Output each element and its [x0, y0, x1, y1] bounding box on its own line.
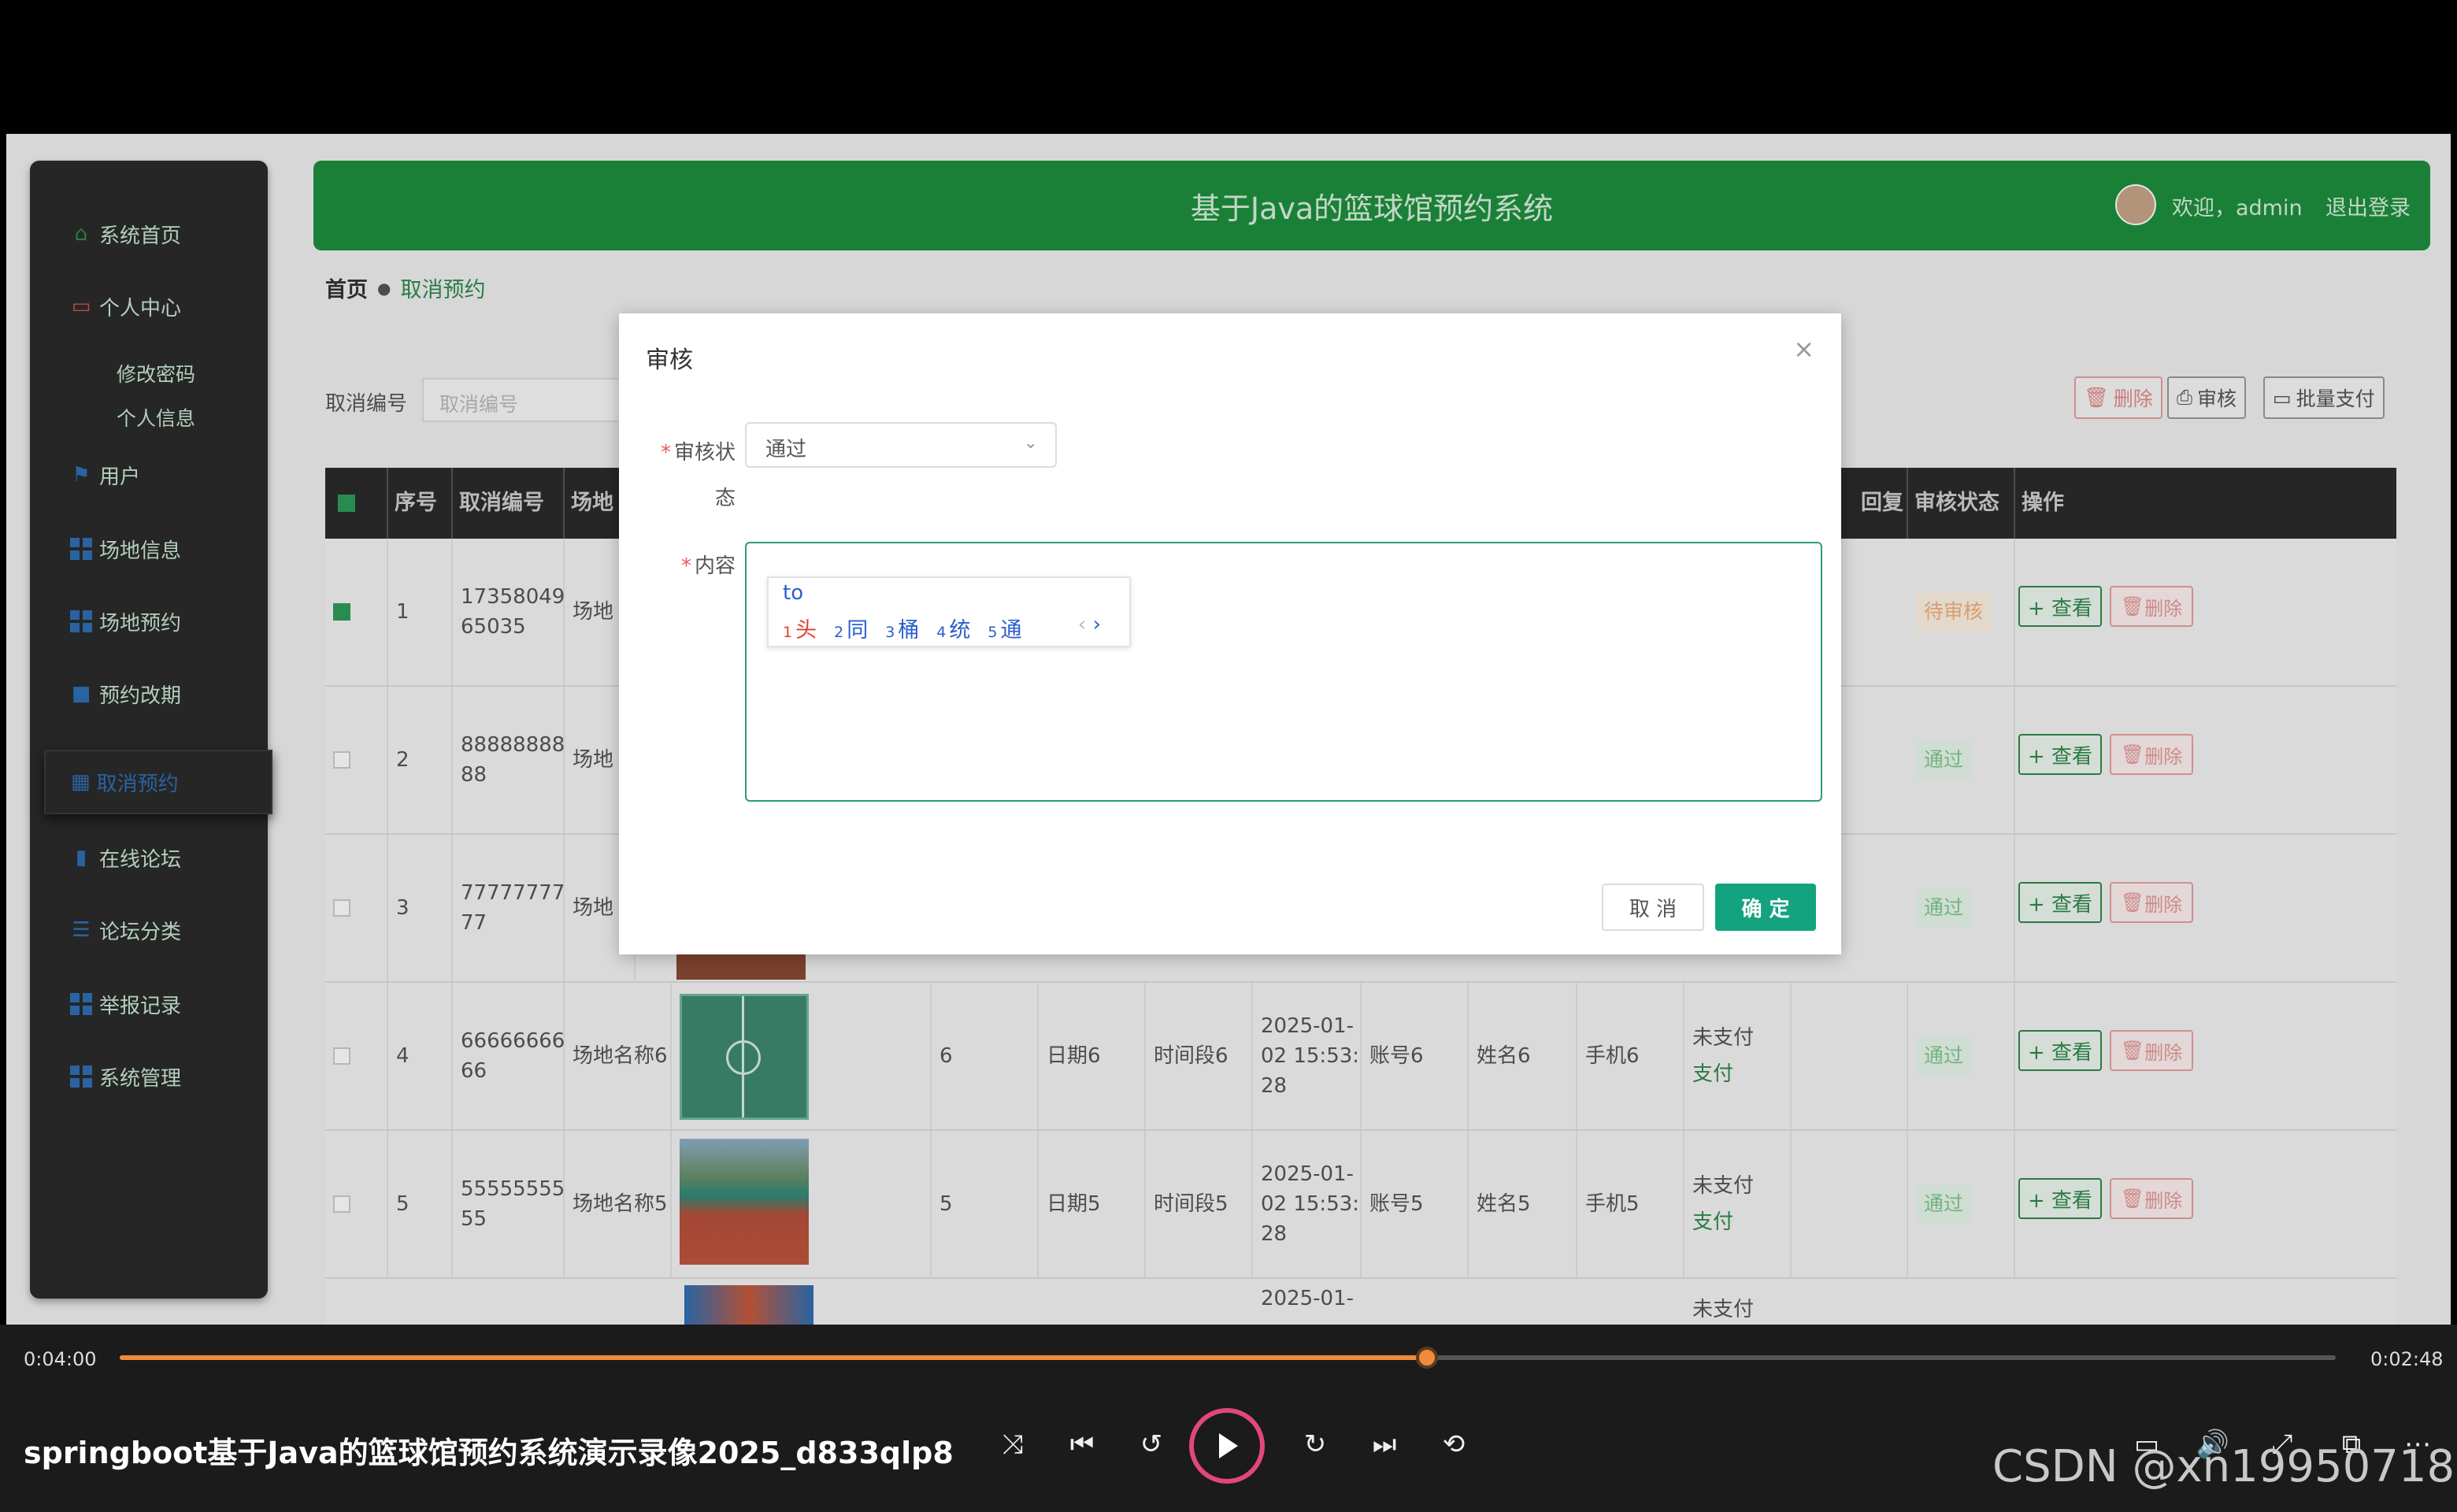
ime-candidate-popup[interactable]: to 1头 2同 3桶 4统 5通 ‹ › — [767, 576, 1131, 647]
play-button[interactable] — [1189, 1408, 1265, 1484]
previous-icon[interactable]: ⏮ — [1058, 1421, 1106, 1468]
rewind-10-icon[interactable]: ↺ — [1128, 1421, 1175, 1468]
screen: ⌂ 系统首页 ▭ 个人中心 修改密码 个人信息 ⚑ 用户 场地信息 场地预约 ■… — [0, 0, 2457, 1512]
current-time: 0:04:00 — [24, 1348, 97, 1370]
content-textarea[interactable]: to 1头 2同 3桶 4统 5通 ‹ › — [745, 542, 1822, 802]
required-mark: * — [660, 441, 671, 465]
content-label: * 内容 — [680, 554, 736, 578]
forward-30-icon[interactable]: ↻ — [1292, 1421, 1339, 1468]
total-time: 0:02:48 — [2370, 1348, 2444, 1370]
ime-candidate[interactable]: 5通 — [988, 613, 1021, 643]
play-icon — [1219, 1433, 1238, 1458]
chevron-down-icon: ⌄ — [1023, 433, 1038, 453]
shuffle-icon[interactable]: ⤨ — [989, 1421, 1036, 1468]
ime-candidate[interactable]: 3桶 — [885, 613, 919, 643]
cancel-button[interactable]: 取 消 — [1602, 884, 1704, 931]
ime-candidate[interactable]: 4统 — [936, 613, 970, 643]
next-icon[interactable]: ⏭ — [1361, 1421, 1408, 1468]
ime-composition: to — [783, 581, 804, 605]
audit-status-label: * 审核状态 — [660, 441, 736, 510]
dialog-title: 审核 — [646, 346, 693, 374]
required-mark: * — [680, 554, 691, 578]
audit-status-select[interactable]: 通过 ⌄ — [745, 422, 1057, 468]
select-value: 通过 — [765, 438, 807, 461]
chevron-right-icon[interactable]: › — [1093, 613, 1101, 636]
video-title: springboot基于Java的篮球馆预约系统演示录像2025_d833qlp… — [24, 1436, 954, 1470]
progress-handle[interactable] — [1416, 1347, 1439, 1369]
audit-dialog: 审核 × * 审核状态 通过 ⌄ * 内容 to 1头 2同 3桶 4统 5通 ‹ … — [619, 313, 1841, 954]
progress-fill — [120, 1355, 1428, 1360]
chevron-left-icon[interactable]: ‹ — [1078, 613, 1086, 636]
ime-page-arrows[interactable]: ‹ › — [1078, 613, 1101, 636]
repeat-off-icon[interactable]: ⟲ — [1430, 1421, 1477, 1468]
confirm-button[interactable]: 确 定 — [1715, 884, 1816, 931]
close-icon[interactable]: × — [1793, 334, 1814, 364]
ime-candidates: 1头 2同 3桶 4统 5通 — [783, 613, 1021, 643]
watermark: CSDN @xn19950718 — [1992, 1441, 2455, 1492]
ime-candidate[interactable]: 2同 — [834, 613, 868, 643]
progress-track[interactable] — [120, 1347, 2336, 1369]
video-player-controls: 0:04:00 0:02:48 springboot基于Java的篮球馆预约系统… — [0, 1325, 2457, 1512]
ime-candidate[interactable]: 1头 — [783, 613, 817, 643]
